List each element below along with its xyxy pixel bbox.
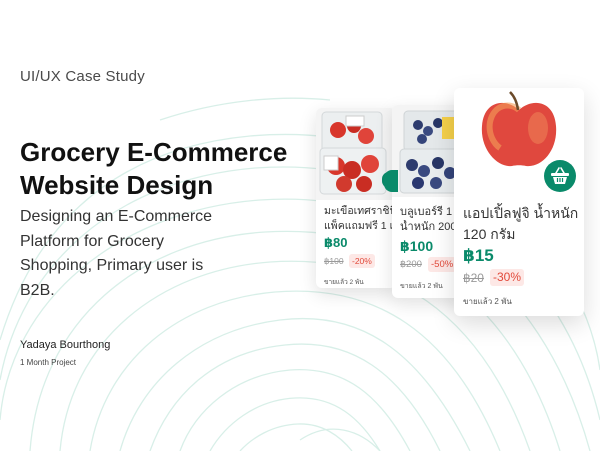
case-study-label: UI/UX Case Study xyxy=(20,68,145,85)
discount-badge: -50% xyxy=(428,257,457,272)
add-to-cart-button[interactable] xyxy=(544,160,576,192)
discount-badge: -30% xyxy=(490,269,525,286)
discount-badge: -20% xyxy=(349,254,375,268)
page-subtitle: Designing an E-Commerce Platform for Gro… xyxy=(20,208,213,299)
product-old-price: ฿100 xyxy=(324,256,344,266)
product-card-tomato[interactable]: มะเขือเทศราชินี ซื้ แพ็คแถมฟรี 1 แพ็ ฿80… xyxy=(316,108,396,288)
sold-count: ขายแล้ว 2 พัน xyxy=(400,283,443,290)
product-old-price: ฿200 xyxy=(400,259,422,270)
product-price: ฿100 xyxy=(400,238,434,254)
add-to-cart-button-partial[interactable] xyxy=(384,170,398,192)
product-card-apple[interactable]: แอปเปิ้ลฟูจิ น้ำหนัก 120 กรัม ฿15 ฿20 -3… xyxy=(454,88,584,316)
product-old-price: ฿20 xyxy=(463,271,484,285)
product-name-line2: 120 กรัม xyxy=(463,226,516,242)
product-price: ฿15 xyxy=(463,246,494,265)
project-duration: 1 Month Project xyxy=(20,358,77,367)
product-name-line2: แพ็คแถมฟรี 1 แพ็ xyxy=(324,220,396,232)
page-title: Grocery E-Commerce Website Design xyxy=(20,137,288,200)
sold-count: ขายแล้ว 2 พัน xyxy=(324,279,364,286)
basket-icon xyxy=(551,167,569,184)
product-price: ฿80 xyxy=(324,235,348,250)
sold-count: ขายแล้ว 2 พัน xyxy=(463,297,512,306)
product-name-line1: มะเขือเทศราชินี ซื้ xyxy=(324,205,396,217)
author-name: Yadaya Bourthong xyxy=(20,339,111,351)
product-name-line1: แอปเปิ้ลฟูจิ น้ำหนัก xyxy=(463,205,579,221)
